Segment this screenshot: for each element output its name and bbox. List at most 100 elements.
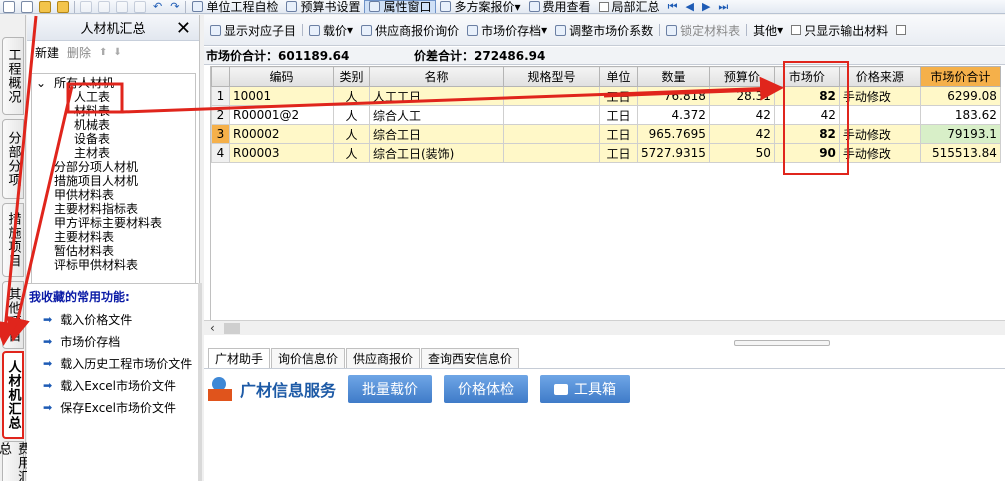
column-header-price-source[interactable]: 价格来源 — [838, 66, 921, 87]
column-header-unit[interactable]: 单位 — [599, 66, 638, 87]
load-price-file-link[interactable]: ➡ 载入价格文件 — [43, 311, 132, 328]
cell-spec[interactable] — [503, 124, 600, 144]
tab-labor-material-summary[interactable]: 人材机汇总 — [2, 351, 24, 439]
cell-market-price[interactable]: 82 — [773, 124, 840, 144]
column-header-category[interactable]: 类别 — [333, 66, 370, 87]
column-header-market-total[interactable]: 市场价合计 — [919, 66, 1001, 87]
price-check-button[interactable]: 价格体检 — [444, 375, 529, 403]
tree-node-owner-supplied[interactable]: 甲供材料表 — [54, 188, 114, 202]
cell-budget-price[interactable]: 42 — [708, 105, 775, 125]
tree-node-main[interactable]: 主要材料表 — [54, 230, 114, 244]
tab-divisional-items[interactable]: 分部分项 — [2, 119, 24, 199]
batch-load-price-button[interactable]: 批量载价 — [348, 375, 433, 403]
unit-self-check-button[interactable]: 单位工程自检 — [188, 0, 282, 13]
cell-category[interactable]: 人 — [333, 105, 370, 125]
tree-node-all[interactable]: 所有人材机 — [54, 76, 114, 90]
cell-spec[interactable] — [503, 143, 600, 163]
adjust-coefficient-button[interactable]: 调整市场价系数 — [551, 23, 657, 38]
properties-window-button[interactable]: 属性窗口 — [364, 0, 437, 13]
cell-unit[interactable]: 工日 — [599, 105, 638, 125]
cell-market-total[interactable]: 183.62 — [919, 105, 1001, 125]
cell-name[interactable]: 综合人工 — [369, 105, 504, 125]
tree-node-bid-owner-supplied[interactable]: 评标甲供材料表 — [54, 258, 138, 272]
tab-inquiry-info-price[interactable]: 询价信息价 — [271, 348, 346, 368]
cell-code[interactable]: R00002 — [229, 124, 334, 144]
archive-market-price-link[interactable]: ➡ 市场价存档 — [43, 333, 120, 350]
cell-category[interactable]: 人 — [333, 124, 370, 144]
doc-icon[interactable] — [21, 0, 33, 13]
tree-node-main-material[interactable]: 主材表 — [74, 146, 110, 160]
cell-price-source[interactable] — [838, 105, 921, 125]
column-header-spec[interactable]: 规格型号 — [503, 66, 600, 87]
redo-icon[interactable]: ↷ — [170, 0, 179, 13]
next-icon[interactable]: ▶ — [702, 0, 710, 13]
scroll-thumb[interactable] — [224, 323, 240, 334]
tree-node-provisional[interactable]: 暂估材料表 — [54, 244, 114, 258]
save-excel-price-link[interactable]: ➡ 保存Excel市场价文件 — [43, 399, 176, 416]
cell-unit[interactable]: 工日 — [599, 86, 638, 106]
multi-plan-quote-button[interactable]: 多方案报价 ▾ — [436, 0, 524, 13]
delete-icon[interactable] — [134, 0, 146, 13]
table-row[interactable]: 3 R00002 人 综合工日 工日 965.7695 42 82 手动修改 7… — [211, 124, 1001, 144]
show-sub-items-button[interactable]: 显示对应子目 — [206, 23, 300, 38]
column-header-quantity[interactable]: 数量 — [637, 66, 710, 87]
column-header-code[interactable]: 编码 — [229, 66, 334, 87]
tab-xian-info-price[interactable]: 查询西安信息价 — [421, 348, 520, 368]
fee-view-button[interactable]: 费用查看 — [525, 0, 595, 13]
cell-spec[interactable] — [503, 105, 600, 125]
cell-code[interactable]: R00003 — [229, 143, 334, 163]
cell-budget-price[interactable]: 50 — [708, 143, 775, 163]
cell-name[interactable]: 人工工日 — [369, 86, 504, 106]
move-up-icon[interactable]: ⬆ — [99, 47, 107, 58]
cell-code[interactable]: 10001 — [229, 86, 334, 106]
cell-quantity[interactable]: 76.818 — [637, 86, 710, 106]
table-row[interactable]: 2 R00001@2 人 综合人工 工日 4.372 42 42 183.62 — [211, 105, 1001, 125]
cell-category[interactable]: 人 — [333, 86, 370, 106]
cell-category[interactable]: 人 — [333, 143, 370, 163]
cell-quantity[interactable]: 4.372 — [637, 105, 710, 125]
paste-icon[interactable] — [116, 0, 128, 13]
output-only-checkbox[interactable]: 只显示输出材料 — [787, 23, 892, 38]
pane-splitter[interactable] — [734, 340, 830, 346]
cell-budget-price[interactable]: 28.31 — [708, 86, 775, 106]
open-folder-icon[interactable] — [39, 0, 51, 13]
load-history-price-link[interactable]: ➡ 载入历史工程市场价文件 — [43, 355, 192, 372]
cell-market-price[interactable]: 90 — [773, 143, 840, 163]
column-header-market-price[interactable]: 市场价 — [773, 66, 840, 87]
cell-market-total[interactable]: 515513.84 — [919, 143, 1001, 163]
scroll-left-icon[interactable]: ‹ — [210, 321, 215, 335]
tab-project-overview[interactable]: 工程概况 — [2, 37, 24, 115]
lock-material-button[interactable]: 锁定材料表 — [662, 23, 744, 38]
first-icon[interactable]: ⏮ — [668, 0, 678, 13]
cell-market-price[interactable]: 42 — [773, 105, 840, 125]
new-button[interactable]: 新建 — [35, 44, 59, 61]
load-excel-price-link[interactable]: ➡ 载入Excel市场价文件 — [43, 377, 176, 394]
budget-settings-button[interactable]: 预算书设置 — [282, 0, 364, 13]
tab-supplier-quote[interactable]: 供应商报价 — [346, 348, 421, 368]
tab-material-assistant[interactable]: 广材助手 — [208, 348, 271, 368]
tree-expand-icon[interactable]: ⌄ — [36, 76, 46, 90]
table-row[interactable]: 1 10001 人 人工工日 工日 76.818 28.31 82 手动修改 6… — [211, 86, 1001, 106]
other-menu-button[interactable]: 其他 ▾ — [749, 23, 787, 38]
close-icon[interactable]: ✕ — [176, 18, 191, 39]
cell-budget-price[interactable]: 42 — [708, 124, 775, 144]
tree-node-bid-main[interactable]: 甲方评标主要材料表 — [54, 216, 162, 230]
cell-code[interactable]: R00001@2 — [229, 105, 334, 125]
cell-quantity[interactable]: 5727.9315 — [637, 143, 710, 163]
cell-price-source[interactable]: 手动修改 — [838, 124, 921, 144]
supplier-inquiry-button[interactable]: 供应商报价询价 — [357, 23, 463, 38]
market-price-archive-button[interactable]: 市场价存档 ▾ — [463, 23, 551, 38]
load-price-button[interactable]: 载价 ▾ — [305, 23, 357, 38]
cell-price-source[interactable]: 手动修改 — [838, 86, 921, 106]
save-icon[interactable] — [57, 0, 69, 13]
tree-node-measure[interactable]: 措施项目人材机 — [54, 174, 138, 188]
tree-node-equipment[interactable]: 设备表 — [74, 132, 110, 146]
cell-unit[interactable]: 工日 — [599, 124, 638, 144]
column-header-name[interactable]: 名称 — [369, 66, 504, 87]
cell-spec[interactable] — [503, 86, 600, 106]
cell-price-source[interactable]: 手动修改 — [838, 143, 921, 163]
tree-node-labor[interactable]: 人工表 — [74, 90, 110, 104]
table-row[interactable]: 4 R00003 人 综合工日(装饰) 工日 5727.9315 50 90 手… — [211, 143, 1001, 163]
cell-unit[interactable]: 工日 — [599, 143, 638, 163]
prev-icon[interactable]: ◀ — [685, 0, 693, 13]
